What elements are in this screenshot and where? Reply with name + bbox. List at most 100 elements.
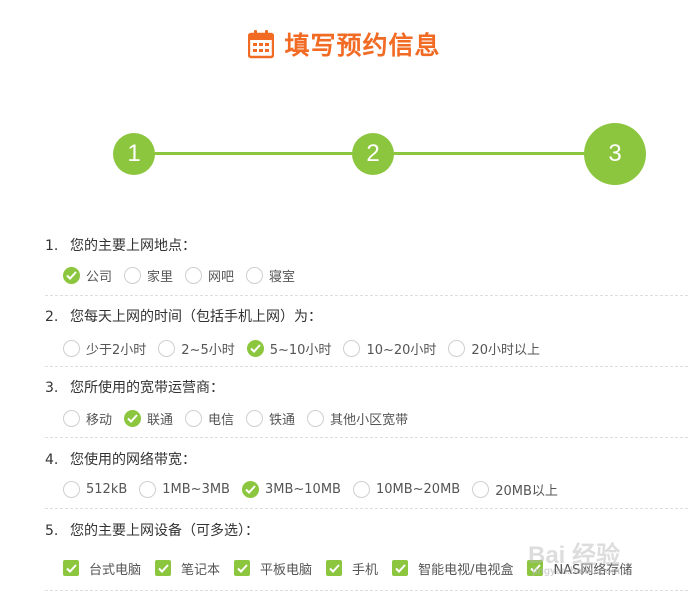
option-label: 10MB~20MB	[375, 481, 461, 497]
question-number: 2.	[45, 309, 59, 325]
step-connector	[392, 152, 588, 155]
radio-checked-icon[interactable]	[241, 480, 259, 498]
question-2: 2. 您每天上网的时间（包括手机上网）为： 少于2小时 2~5小时 5~10小时 10~2…	[45, 307, 688, 358]
question-number: 5.	[45, 523, 59, 539]
radio-option[interactable]: 公司	[63, 266, 112, 285]
option-label: 家里	[147, 269, 174, 285]
radio-unchecked-icon[interactable]	[448, 339, 466, 357]
checkbox-checked-icon[interactable]	[326, 560, 343, 576]
option-label: 手机	[352, 562, 379, 578]
option-label: 网吧	[208, 269, 235, 285]
option-label: 少于2小时	[86, 342, 147, 358]
option-label: 10~20小时	[366, 342, 437, 358]
options-group: 公司 家里 网吧 寝室	[63, 265, 688, 285]
radio-option[interactable]: 5~10小时	[246, 339, 332, 358]
page-header: 填写预约信息	[0, 26, 689, 62]
radio-option[interactable]: 20MB以上	[472, 480, 558, 499]
radio-option[interactable]: 其他小区宽带	[307, 409, 408, 428]
divider	[45, 590, 688, 591]
radio-unchecked-icon[interactable]	[472, 480, 490, 498]
question-text: 您使用的网络带宽：	[70, 452, 196, 468]
option-label: 512kB	[86, 481, 128, 497]
option-label: 2~5小时	[181, 342, 235, 358]
radio-option[interactable]: 1MB~3MB	[139, 480, 230, 498]
checkbox-checked-icon[interactable]	[392, 560, 409, 576]
option-label: 20MB以上	[495, 483, 558, 499]
radio-unchecked-icon[interactable]	[63, 409, 80, 427]
checkbox-checked-icon[interactable]	[63, 560, 79, 576]
radio-option[interactable]: 10~20小时	[343, 339, 436, 358]
radio-unchecked-icon[interactable]	[63, 480, 80, 498]
radio-option[interactable]: 10MB~20MB	[352, 480, 461, 498]
radio-unchecked-icon[interactable]	[139, 480, 157, 498]
radio-option[interactable]: 家里	[124, 266, 173, 285]
radio-unchecked-icon[interactable]	[185, 409, 203, 427]
radio-option[interactable]: 寝室	[246, 266, 295, 285]
radio-option[interactable]: 20小时以上	[448, 339, 540, 358]
radio-unchecked-icon[interactable]	[307, 409, 325, 427]
options-group: 台式电脑 笔记本 平板电脑 手机 智能电视/电视盒 NAS网络存储	[63, 558, 688, 578]
question-title: 3. 您所使用的宽带运营商：	[45, 378, 688, 398]
step-connector	[154, 152, 354, 155]
question-title: 4. 您使用的网络带宽：	[45, 450, 688, 470]
radio-unchecked-icon[interactable]	[352, 480, 370, 498]
checkbox-option[interactable]: NAS网络存储	[527, 559, 632, 578]
checkbox-checked-icon[interactable]	[234, 560, 251, 576]
question-title: 1. 您的主要上网地点：	[45, 236, 688, 256]
step-indicator: 1 2 3	[0, 122, 689, 186]
question-title: 2. 您每天上网的时间（包括手机上网）为：	[45, 307, 688, 327]
radio-checked-icon[interactable]	[63, 266, 80, 284]
option-label: 1MB~3MB	[162, 481, 230, 497]
question-text: 您的主要上网设备（可多选）：	[70, 523, 259, 539]
checkbox-option[interactable]: 台式电脑	[63, 559, 141, 578]
radio-unchecked-icon[interactable]	[185, 266, 203, 284]
radio-unchecked-icon[interactable]	[63, 339, 80, 357]
radio-option[interactable]: 铁通	[246, 409, 295, 428]
radio-unchecked-icon[interactable]	[246, 266, 264, 284]
radio-unchecked-icon[interactable]	[158, 339, 176, 357]
radio-option[interactable]: 联通	[124, 409, 173, 428]
option-label: 20小时以上	[471, 342, 540, 358]
checkbox-checked-icon[interactable]	[527, 560, 544, 576]
divider	[45, 295, 688, 296]
radio-unchecked-icon[interactable]	[246, 409, 264, 427]
option-label: 联通	[147, 412, 174, 428]
question-3: 3. 您所使用的宽带运营商： 移动 联通 电信 铁通 其他小区宽带	[45, 378, 688, 428]
radio-option[interactable]: 512kB	[63, 480, 128, 498]
radio-unchecked-icon[interactable]	[124, 266, 142, 284]
question-text: 您每天上网的时间（包括手机上网）为：	[70, 309, 322, 325]
option-label: 移动	[86, 412, 113, 428]
option-label: 5~10小时	[269, 342, 332, 358]
checkbox-option[interactable]: 智能电视/电视盒	[392, 559, 513, 578]
radio-checked-icon[interactable]	[246, 339, 264, 357]
question-4: 4. 您使用的网络带宽： 512kB 1MB~3MB 3MB~10MB 10MB~20MB…	[45, 450, 688, 499]
checkbox-checked-icon[interactable]	[155, 560, 172, 576]
checkbox-option[interactable]: 笔记本	[155, 559, 220, 578]
checkbox-option[interactable]: 手机	[326, 559, 378, 578]
question-text: 您所使用的宽带运营商：	[70, 380, 224, 396]
question-1: 1. 您的主要上网地点： 公司 家里 网吧 寝室	[45, 236, 688, 285]
option-label: 平板电脑	[260, 562, 313, 578]
question-text: 您的主要上网地点：	[70, 238, 196, 254]
option-label: 电信	[208, 412, 235, 428]
checkbox-option[interactable]: 平板电脑	[234, 559, 312, 578]
options-group: 512kB 1MB~3MB 3MB~10MB 10MB~20MB 20MB以上	[63, 479, 688, 499]
radio-option[interactable]: 移动	[63, 409, 112, 428]
step-2: 2	[352, 133, 394, 175]
step-3-current: 3	[584, 123, 646, 185]
question-number: 4.	[45, 452, 59, 468]
radio-option[interactable]: 3MB~10MB	[241, 480, 341, 498]
option-label: 台式电脑	[89, 562, 142, 578]
divider	[45, 366, 688, 367]
radio-option[interactable]: 电信	[185, 409, 234, 428]
radio-option[interactable]: 网吧	[185, 266, 234, 285]
option-label: 智能电视/电视盒	[418, 562, 514, 578]
question-title: 5. 您的主要上网设备（可多选）：	[45, 521, 688, 541]
radio-checked-icon[interactable]	[124, 409, 142, 427]
radio-option[interactable]: 少于2小时	[63, 339, 146, 358]
calendar-icon	[248, 30, 275, 59]
radio-option[interactable]: 2~5小时	[158, 339, 235, 358]
options-group: 少于2小时 2~5小时 5~10小时 10~20小时 20小时以上	[63, 338, 688, 358]
option-label: NAS网络存储	[553, 562, 633, 578]
radio-unchecked-icon[interactable]	[343, 339, 361, 357]
